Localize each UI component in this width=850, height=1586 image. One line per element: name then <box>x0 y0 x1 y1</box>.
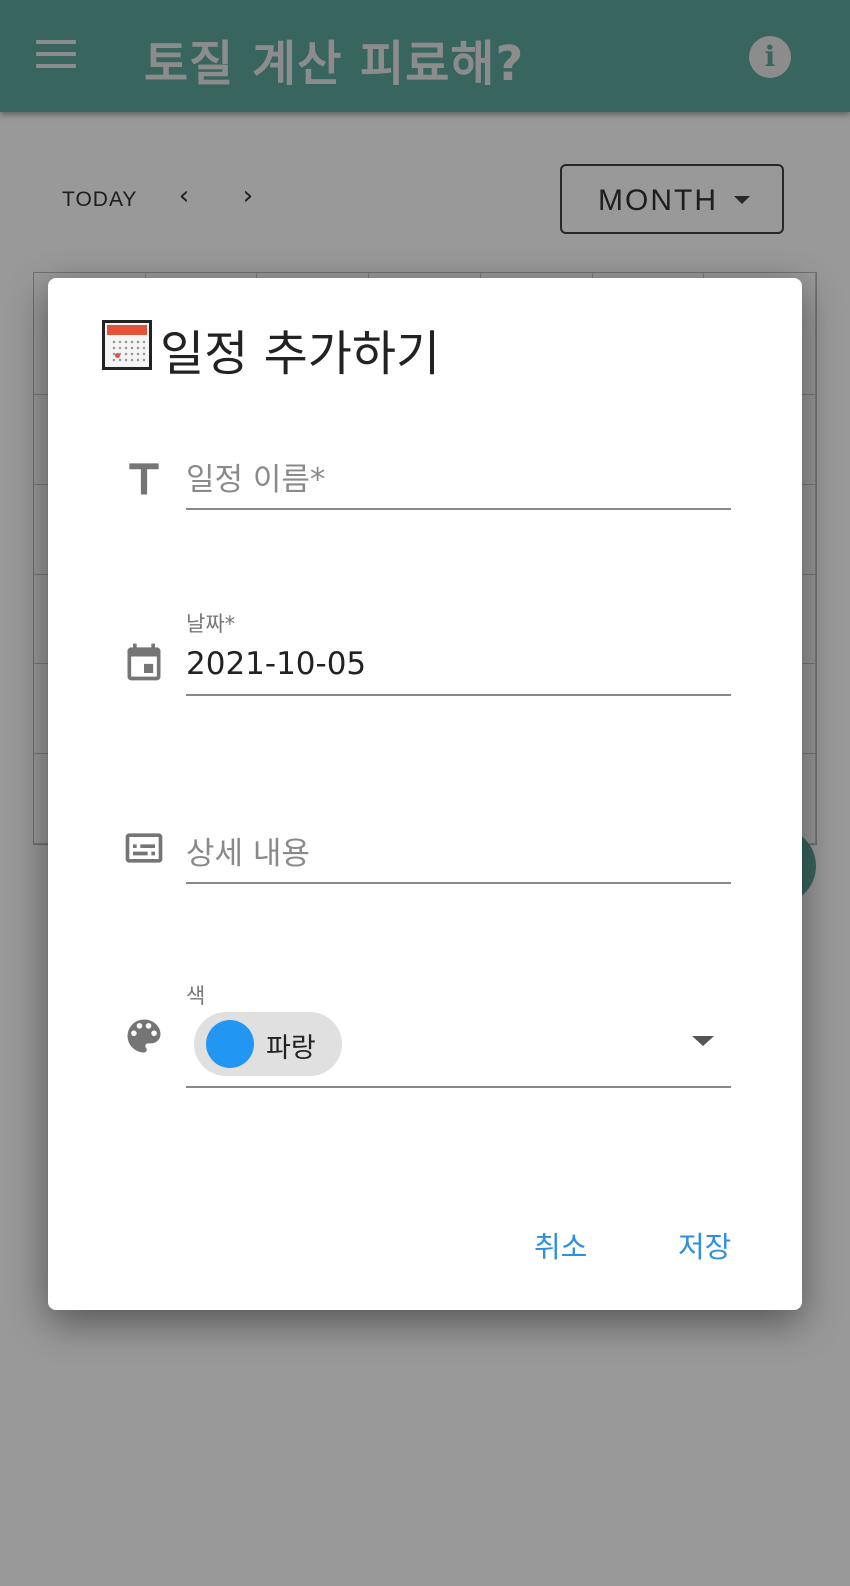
caret-down-icon <box>692 1036 714 1046</box>
color-chip: 파랑 <box>194 1012 342 1076</box>
color-select[interactable]: 파랑 <box>186 1012 731 1088</box>
field-underline <box>186 882 731 884</box>
calendar-icon <box>127 643 161 681</box>
palette-icon <box>127 1019 161 1053</box>
subtitles-icon <box>125 833 163 863</box>
date-label: 날짜* <box>186 612 236 636</box>
details-field[interactable]: 상세 내용 <box>186 816 731 888</box>
details-placeholder: 상세 내용 <box>186 836 310 872</box>
event-name-field[interactable]: 일정 이름* <box>186 448 731 510</box>
cancel-button[interactable]: 취소 <box>534 1224 587 1266</box>
text-icon <box>129 463 159 495</box>
save-button[interactable]: 저장 <box>678 1224 731 1266</box>
add-event-dialog: 일정 추가하기 일정 이름* 날짜* 2021-10-05 상세 내용 색 파랑… <box>48 278 802 1310</box>
color-swatch <box>206 1020 254 1068</box>
field-underline <box>186 1086 731 1088</box>
date-field[interactable]: 날짜* 2021-10-05 <box>186 606 731 698</box>
color-label: 색 <box>186 984 206 1008</box>
field-underline <box>186 508 731 510</box>
dialog-title: 일정 추가하기 <box>160 326 441 382</box>
calendar-icon <box>102 320 152 370</box>
field-underline <box>186 694 731 696</box>
color-chip-label: 파랑 <box>266 1033 316 1064</box>
date-value: 2021-10-05 <box>186 646 367 682</box>
event-name-placeholder: 일정 이름* <box>186 462 326 498</box>
